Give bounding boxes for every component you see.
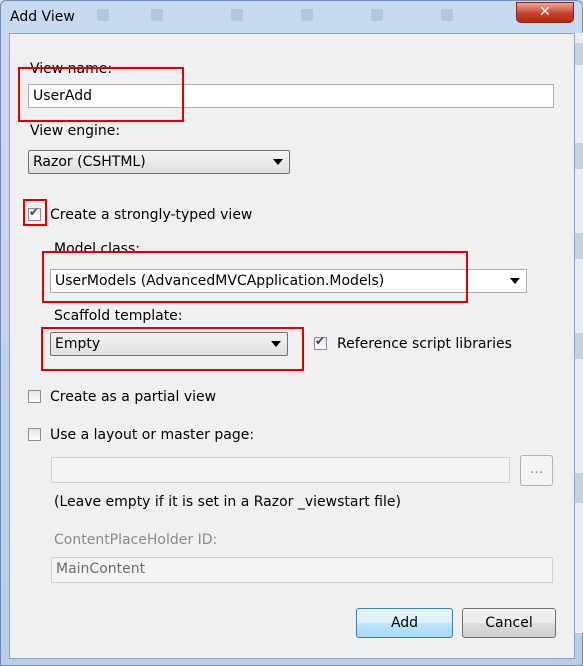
dialog-title: Add View [10, 9, 75, 25]
layout-path-input[interactable] [51, 457, 510, 483]
layout-page-label[interactable]: Use a layout or master page: [50, 427, 254, 443]
content-placeholder-label: ContentPlaceHolder ID: [54, 532, 218, 548]
reference-scripts-checkbox[interactable] [314, 334, 327, 350]
add-view-dialog: Add View ✕ View name: UserAdd View engin… [0, 0, 583, 666]
background-toolbar-icon [231, 9, 243, 21]
background-toolbar-icon [371, 9, 383, 21]
scaffold-template-label: Scaffold template: [54, 308, 183, 324]
layout-page-checkbox[interactable] [28, 428, 41, 441]
highlight-box-view-name [18, 67, 184, 122]
background-toolbar-icon [301, 9, 313, 21]
add-button[interactable]: Add [356, 608, 453, 638]
highlight-box-model-class [42, 251, 468, 303]
strongly-typed-label[interactable]: Create a strongly-typed view [50, 207, 252, 223]
highlight-box-strongly-typed [23, 199, 47, 226]
title-bar[interactable]: Add View ✕ [1, 1, 582, 33]
content-placeholder-input[interactable]: MainContent [51, 557, 553, 583]
background-toolbar-icon [97, 9, 109, 21]
layout-hint-text: (Leave empty if it is set in a Razor _vi… [54, 494, 401, 510]
close-button[interactable]: ✕ [516, 2, 574, 23]
reference-scripts-label[interactable]: Reference script libraries [337, 336, 512, 352]
partial-view-checkbox[interactable] [28, 390, 41, 403]
cancel-button[interactable]: Cancel [462, 608, 556, 638]
chevron-down-icon [510, 278, 520, 284]
browse-button[interactable]: ... [520, 455, 553, 486]
close-icon: ✕ [539, 4, 551, 20]
background-scrollbar [574, 33, 583, 633]
chevron-down-icon [273, 159, 283, 165]
view-engine-label: View engine: [30, 123, 121, 139]
dialog-body: View name: UserAdd View engine: Razor (C… [9, 33, 575, 659]
background-toolbar-icon [441, 9, 453, 21]
view-engine-select[interactable]: Razor (CSHTML) [28, 150, 290, 174]
view-engine-value: Razor (CSHTML) [33, 154, 146, 170]
background-toolbar-icon [151, 9, 163, 21]
highlight-box-scaffold [41, 327, 304, 371]
partial-view-label[interactable]: Create as a partial view [50, 389, 216, 405]
